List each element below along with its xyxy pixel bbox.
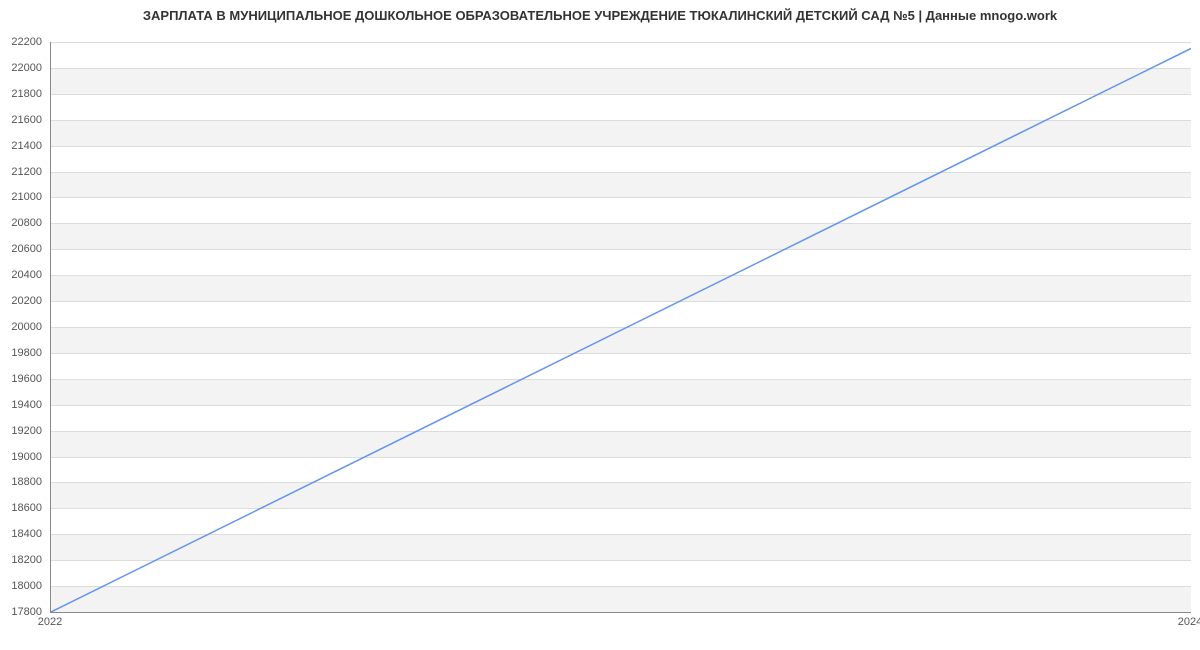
y-tick-label: 20000 [11,321,42,333]
y-gridline [51,612,1191,613]
y-tick-label: 19000 [11,451,42,463]
y-tick-label: 19800 [11,347,42,359]
y-tick-label: 18800 [11,476,42,488]
plot-area [50,42,1191,613]
y-tick-label: 18400 [11,528,42,540]
y-tick-label: 18600 [11,502,42,514]
x-tick-label: 2022 [38,616,62,628]
salary-line-chart: ЗАРПЛАТА В МУНИЦИПАЛЬНОЕ ДОШКОЛЬНОЕ ОБРА… [0,0,1200,650]
y-tick-label: 20600 [11,243,42,255]
y-tick-label: 21600 [11,114,42,126]
y-tick-label: 21000 [11,191,42,203]
y-tick-label: 18200 [11,554,42,566]
y-tick-label: 19400 [11,399,42,411]
y-axis-labels: 1780018000182001840018600188001900019200… [0,42,46,612]
y-tick-label: 20800 [11,217,42,229]
y-tick-label: 21400 [11,140,42,152]
y-tick-label: 21800 [11,88,42,100]
y-tick-label: 19600 [11,373,42,385]
y-tick-label: 18000 [11,580,42,592]
y-tick-label: 20400 [11,269,42,281]
chart-title: ЗАРПЛАТА В МУНИЦИПАЛЬНОЕ ДОШКОЛЬНОЕ ОБРА… [0,8,1200,23]
line-layer [51,42,1191,612]
x-tick-label: 2024 [1178,616,1200,628]
y-tick-label: 22200 [11,36,42,48]
x-axis-labels: 20222024 [50,616,1190,636]
y-tick-label: 20200 [11,295,42,307]
series-salary-line [51,48,1191,612]
y-tick-label: 22000 [11,62,42,74]
y-tick-label: 21200 [11,166,42,178]
y-tick-label: 19200 [11,425,42,437]
